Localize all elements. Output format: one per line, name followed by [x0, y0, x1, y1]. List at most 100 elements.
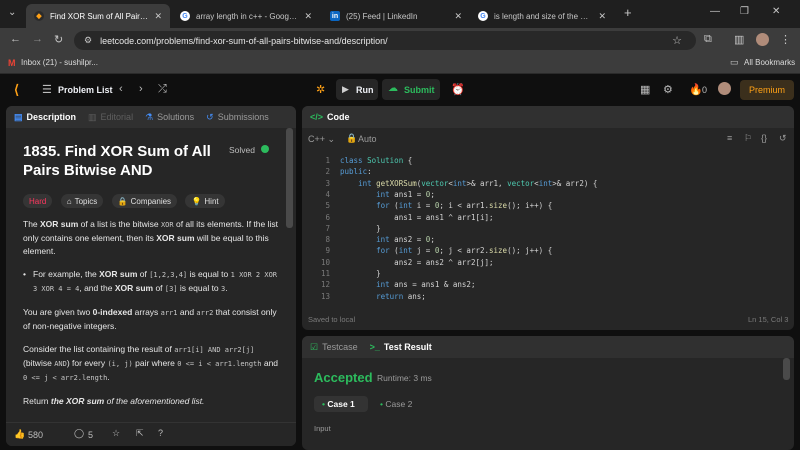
bookmark-gmail[interactable]: Inbox (21) - sushilpr...	[21, 58, 98, 67]
restore-icon[interactable]: ❐	[740, 6, 749, 17]
close-icon[interactable]: ✕	[154, 11, 162, 22]
verdict-label: Accepted	[314, 370, 373, 385]
layout-icon[interactable]: ▦	[640, 83, 650, 96]
close-icon[interactable]: ✕	[454, 11, 462, 22]
tab-title: Find XOR Sum of All Pairs Bitwis	[50, 11, 148, 21]
description-scrollbar[interactable]	[286, 128, 293, 228]
bookmarks-bar: M Inbox (21) - sushilpr... ▭ All Bookmar…	[0, 52, 800, 74]
lock-icon: 🔒	[117, 196, 128, 206]
tab-editorial[interactable]: ▥ Editorial	[88, 112, 133, 123]
tab-linkedin[interactable]: in (25) Feed | LinkedIn ✕	[322, 4, 470, 28]
browser-tab-bar: ◆ Find XOR Sum of All Pairs Bitwis ✕ G a…	[0, 0, 800, 28]
case-2-tab[interactable]: • Case 2	[374, 396, 428, 412]
timer-icon[interactable]: ⏰	[451, 83, 465, 96]
hint-chip[interactable]: 💡 Hint	[185, 194, 225, 208]
url-input[interactable]: ⚙ leetcode.com/problems/find-xor-sum-of-…	[74, 31, 696, 50]
result-panel: ☑ Testcase >_ Test Result Accepted Runtime…	[302, 336, 794, 450]
reset-icon[interactable]: ↺	[779, 133, 787, 144]
line-number: 4	[325, 189, 330, 199]
line-number: 3	[325, 178, 330, 188]
leetcode-icon: ◆	[34, 11, 44, 21]
case-label: Case 2	[385, 399, 413, 409]
tab-leetcode[interactable]: ◆ Find XOR Sum of All Pairs Bitwis ✕	[26, 4, 170, 28]
window-close-icon[interactable]: ✕	[772, 6, 780, 17]
share-icon[interactable]: ⇱	[136, 428, 144, 439]
address-bar-row: ← → ↻ ⚙ leetcode.com/problems/find-xor-s…	[0, 28, 800, 52]
shuffle-icon[interactable]: ⤮	[158, 83, 167, 96]
line-number: 6	[325, 212, 330, 222]
problem-list-button[interactable]: Problem List	[58, 85, 113, 95]
debug-icon[interactable]: ✲	[316, 83, 325, 96]
tab-label: Submissions	[217, 112, 269, 122]
tab-google-length-size[interactable]: G is length and size of the array s ✕	[470, 4, 614, 28]
tab-solutions[interactable]: ⚗ Solutions	[145, 112, 194, 123]
line-number: 10	[320, 257, 330, 267]
close-icon[interactable]: ✕	[598, 11, 606, 22]
fire-icon[interactable]: 🔥	[689, 83, 703, 96]
code-editor[interactable]: 1 class Solution {2 public: 3 int getXORSum…	[302, 154, 794, 306]
code-line: for (int i = 0; i < arr1.size(); i++) {	[376, 201, 553, 211]
tab-testcase[interactable]: ☑ Testcase	[310, 342, 358, 353]
line-number: 9	[325, 246, 330, 256]
difficulty-badge: Hard	[23, 194, 53, 208]
all-bookmarks[interactable]: All Bookmarks	[744, 58, 795, 67]
problem-title: 1835. Find XOR Sum of All Pairs Bitwise …	[23, 143, 211, 179]
tab-code[interactable]: </> Code	[310, 112, 350, 122]
case-1-tab[interactable]: • Case 1	[314, 396, 368, 412]
folder-icon: ▭	[730, 57, 739, 67]
code-line: }	[340, 223, 381, 233]
likes-count: 580	[28, 430, 44, 440]
premium-button[interactable]: Premium	[740, 80, 794, 100]
solved-check-icon	[261, 145, 269, 153]
code-line: for (int j = 0; j < arr2.size(); j++) {	[376, 246, 553, 256]
language-select[interactable]: C++ ⌄	[308, 134, 335, 145]
new-tab-icon[interactable]: +	[624, 5, 632, 20]
submit-button[interactable]: ☁ Submit	[382, 79, 440, 100]
site-info-icon[interactable]: ⚙	[84, 35, 92, 46]
companies-chip[interactable]: 🔒 Companies	[111, 194, 178, 208]
tab-google-array-length[interactable]: G array length in c++ - Google Se ✕	[172, 4, 320, 28]
tab-search-icon[interactable]: ⌄	[8, 7, 16, 18]
tab-description[interactable]: ▤ Description	[14, 112, 76, 123]
code-toolbar: C++ ⌄ 🔒 Auto ≡ ⚐ {} ↺	[302, 128, 794, 150]
side-panel-icon[interactable]: ▥	[734, 33, 744, 46]
example-bullet: • For example, the XOR sum of [1,2,3,4] …	[23, 269, 277, 293]
star-icon[interactable]: ☆	[112, 428, 120, 439]
play-icon: ▶	[342, 84, 349, 94]
chevron-right-icon[interactable]: ›	[139, 83, 143, 95]
comment-icon[interactable]: ◯	[74, 428, 84, 439]
close-icon[interactable]: ✕	[304, 11, 312, 22]
auto-mode-label[interactable]: Auto	[358, 134, 377, 144]
result-scrollbar[interactable]	[783, 358, 790, 380]
bookmark-star-icon[interactable]: ☆	[672, 34, 682, 47]
leetcode-logo[interactable]: ⟨	[14, 82, 19, 98]
tab-submissions[interactable]: ↺ Submissions	[206, 112, 269, 123]
forward-icon[interactable]: →	[32, 33, 43, 45]
braces-icon[interactable]: {}	[761, 133, 767, 143]
run-button[interactable]: ▶ Run	[336, 79, 378, 100]
user-avatar[interactable]	[718, 82, 731, 95]
format-icon[interactable]: ≡	[727, 133, 732, 143]
reload-icon[interactable]: ↻	[54, 33, 63, 46]
chevron-left-icon[interactable]: ‹	[119, 83, 123, 95]
document-icon: ▤	[14, 111, 23, 122]
linkedin-icon: in	[330, 11, 340, 21]
profile-avatar[interactable]	[756, 33, 769, 46]
settings-icon[interactable]: ⚙	[663, 83, 673, 96]
help-icon[interactable]: ?	[158, 428, 163, 438]
code-line: class Solution {	[340, 156, 413, 165]
browser-menu-icon[interactable]: ⋮	[780, 33, 791, 46]
cursor-position: Ln 15, Col 3	[748, 315, 789, 324]
minimize-icon[interactable]: —	[710, 6, 720, 17]
tag-icon: ⌂	[66, 196, 72, 206]
topics-chip[interactable]: ⌂ Topics	[60, 194, 104, 208]
thumbs-up-icon[interactable]: 👍	[14, 429, 25, 440]
tab-test-result[interactable]: >_ Test Result	[370, 342, 432, 352]
code-icon: </>	[310, 112, 324, 122]
run-label: Run	[356, 85, 374, 95]
back-icon[interactable]: ←	[10, 33, 21, 45]
code-line: ans2 = ans2 ^ arr2[j];	[340, 257, 494, 267]
extensions-icon[interactable]: ⧉	[704, 33, 712, 46]
bookmark-icon[interactable]: ⚐	[744, 133, 752, 144]
description-footer: 👍 580 ◯ 5 ☆ ⇱ ?	[6, 422, 296, 446]
